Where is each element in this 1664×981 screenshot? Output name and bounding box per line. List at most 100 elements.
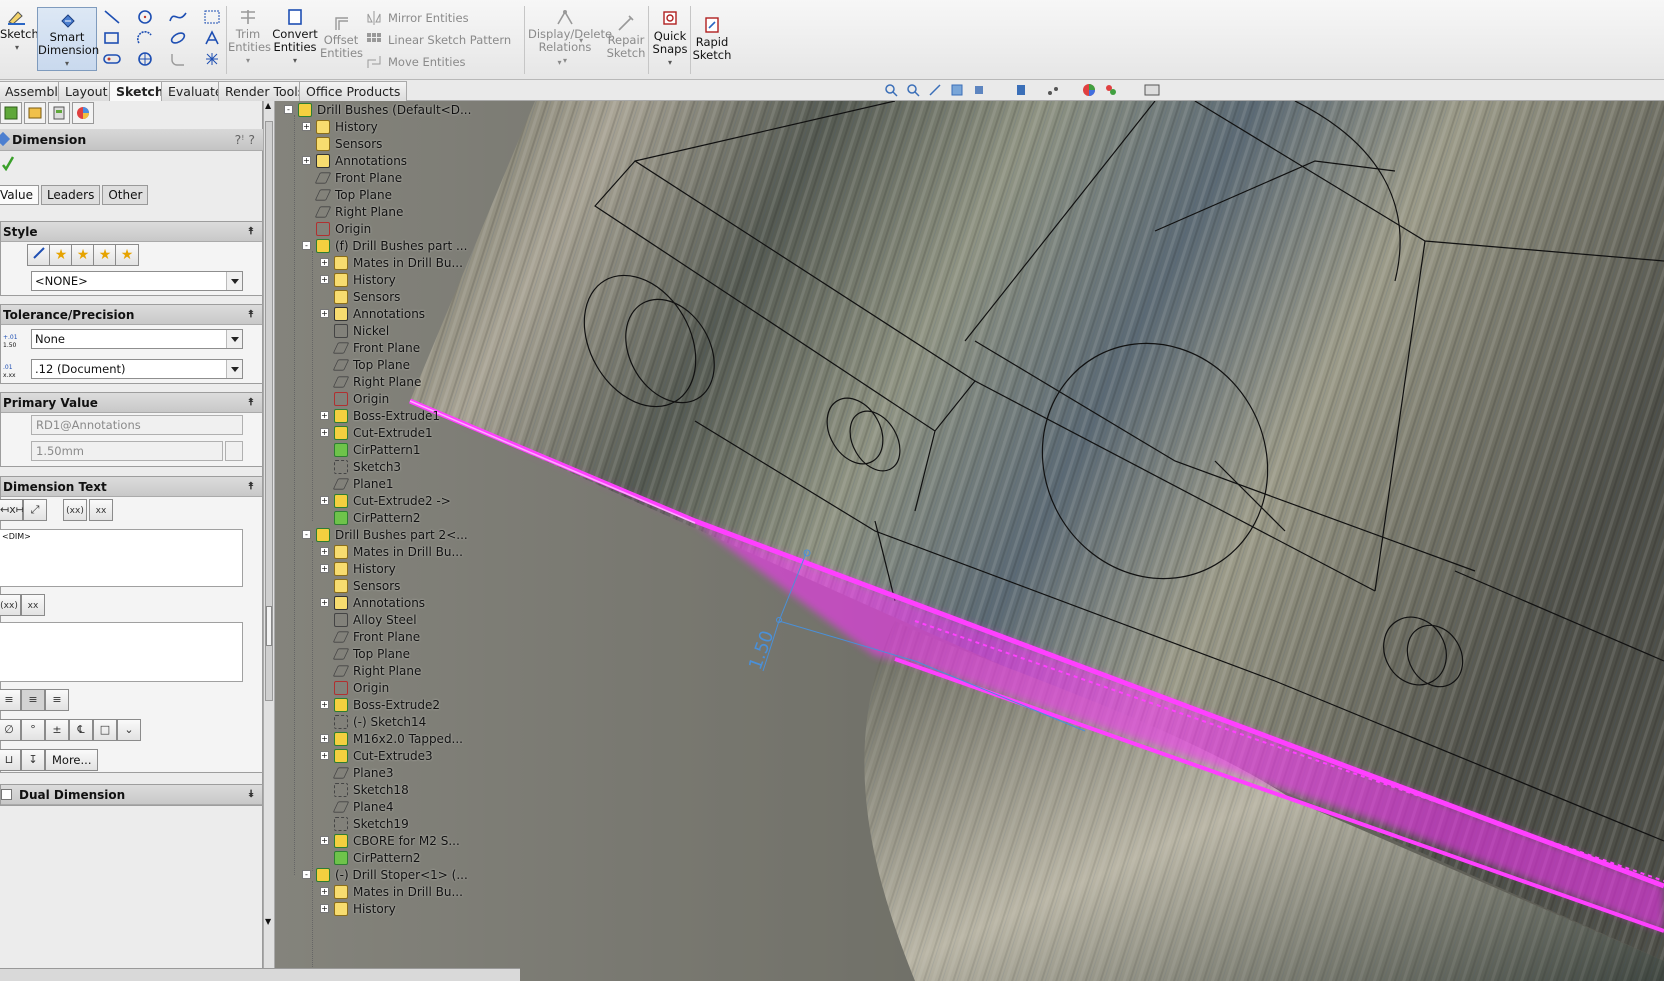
- bracket-button[interactable]: xx: [21, 594, 45, 616]
- edit-appearance-icon[interactable]: [1082, 83, 1096, 97]
- primary-value-group-header[interactable]: Primary Value ⯭: [1, 393, 262, 413]
- tree-node[interactable]: Origin: [302, 220, 371, 237]
- offset-entities-button[interactable]: Offset Entities: [320, 14, 363, 60]
- ok-check-icon[interactable]: [2, 155, 14, 171]
- appearance-tab[interactable]: [72, 102, 94, 124]
- expand-node-icon[interactable]: +: [320, 904, 329, 913]
- tree-node[interactable]: Origin: [320, 679, 389, 696]
- dimension-value-field[interactable]: 1.50mm: [31, 441, 223, 461]
- center-dimension-button[interactable]: ⤢: [23, 499, 47, 521]
- tree-node[interactable]: Plane4: [320, 798, 394, 815]
- view-settings-icon[interactable]: [1144, 83, 1160, 97]
- property-manager-tab[interactable]: [24, 102, 46, 124]
- expand-node-icon[interactable]: +: [320, 887, 329, 896]
- feature-manager-tab[interactable]: [0, 102, 22, 124]
- tree-node[interactable]: - (-) Drill Stoper<1> (...: [302, 866, 468, 883]
- tree-node[interactable]: + History: [320, 271, 396, 288]
- expand-node-icon[interactable]: +: [320, 309, 329, 318]
- view-orientation-icon[interactable]: [972, 83, 986, 97]
- tree-node[interactable]: CirPattern1: [320, 441, 420, 458]
- tab-value[interactable]: Value: [0, 185, 39, 205]
- value-spinner[interactable]: [225, 441, 243, 461]
- tree-node[interactable]: Right Plane: [320, 373, 421, 390]
- tree-node[interactable]: Top Plane: [320, 356, 410, 373]
- save-style-button[interactable]: ★: [93, 244, 117, 266]
- expand-node-icon[interactable]: +: [320, 411, 329, 420]
- ellipse-icon[interactable]: [169, 30, 187, 46]
- justify-left-button[interactable]: ≡: [0, 689, 21, 711]
- dimension-text-group-header[interactable]: Dimension Text ⯭: [1, 477, 262, 497]
- more-symbols-dropdown[interactable]: ⌄: [117, 719, 141, 741]
- collapse-node-icon[interactable]: -: [302, 530, 311, 539]
- tree-node[interactable]: + Annotations: [302, 152, 407, 169]
- collapse-node-icon[interactable]: -: [302, 870, 311, 879]
- delete-style-button[interactable]: ★: [71, 244, 95, 266]
- tree-node[interactable]: CirPattern2: [320, 509, 420, 526]
- expand-node-icon[interactable]: +: [320, 836, 329, 845]
- expand-node-icon[interactable]: +: [320, 258, 329, 267]
- quick-snaps-button[interactable]: Quick Snaps ▾: [650, 10, 690, 69]
- tree-node[interactable]: Sketch18: [320, 781, 409, 798]
- tree-node[interactable]: - (f) Drill Bushes part ...: [302, 237, 467, 254]
- fillet-icon[interactable]: [169, 51, 187, 67]
- tree-node[interactable]: Sensors: [320, 288, 400, 305]
- tree-node[interactable]: + M16x2.0 Tapped...: [320, 730, 463, 747]
- tree-node[interactable]: + Boss-Extrude2: [320, 696, 440, 713]
- precision-select[interactable]: .12 (Document): [31, 359, 243, 379]
- text-icon[interactable]: [203, 30, 221, 46]
- tree-node[interactable]: Sketch19: [320, 815, 409, 832]
- tree-node[interactable]: Front Plane: [302, 169, 402, 186]
- add-style-button[interactable]: ★: [49, 244, 73, 266]
- tab-render-tools[interactable]: Render Tools: [218, 81, 312, 101]
- help-icon[interactable]: ?ꜝ ?: [235, 129, 255, 151]
- justify-center-button[interactable]: ≡: [21, 689, 45, 711]
- tolerance-group-header[interactable]: Tolerance/Precision ⯭: [1, 305, 262, 325]
- inspection-dimension-button[interactable]: (xx): [63, 499, 87, 521]
- display-delete-relations-button[interactable]: Display/Delete Relations ▾: [528, 8, 612, 67]
- expand-node-icon[interactable]: +: [302, 156, 311, 165]
- tree-node[interactable]: Plane1: [320, 475, 394, 492]
- expand-node-icon[interactable]: +: [320, 700, 329, 709]
- tree-node[interactable]: + History: [320, 560, 396, 577]
- tree-node[interactable]: Plane3: [320, 764, 394, 781]
- line-icon[interactable]: [103, 9, 121, 25]
- tree-node[interactable]: + Mates in Drill Bu...: [320, 543, 463, 560]
- tree-node[interactable]: + History: [320, 900, 396, 917]
- expand-node-icon[interactable]: +: [320, 598, 329, 607]
- tree-node[interactable]: Front Plane: [320, 339, 420, 356]
- tab-other[interactable]: Other: [102, 185, 149, 205]
- tree-node[interactable]: Sensors: [320, 577, 400, 594]
- tree-node[interactable]: Sensors: [302, 135, 382, 152]
- tree-node[interactable]: - Drill Bushes (Default<D...: [284, 101, 471, 118]
- section-view-icon[interactable]: [950, 83, 964, 97]
- tree-node[interactable]: Sketch3: [320, 458, 401, 475]
- repair-sketch-button[interactable]: Repair Sketch: [606, 14, 646, 60]
- apply-default-style-button[interactable]: [27, 244, 51, 266]
- tab-layout[interactable]: Layout: [58, 81, 115, 101]
- expand-node-icon[interactable]: +: [320, 751, 329, 760]
- expand-node-icon[interactable]: +: [320, 428, 329, 437]
- collapse-node-icon[interactable]: -: [284, 105, 293, 114]
- favorite-style-select[interactable]: <NONE>: [31, 271, 243, 291]
- parentheses-button[interactable]: (xx): [0, 594, 21, 616]
- tab-office-products[interactable]: Office Products: [299, 81, 408, 101]
- tree-node[interactable]: + Cut-Extrude2 ->: [320, 492, 451, 509]
- expand-node-icon[interactable]: +: [320, 496, 329, 505]
- style-group-header[interactable]: Style ⯭: [1, 222, 262, 242]
- tree-node[interactable]: - Drill Bushes part 2<...: [302, 526, 468, 543]
- tree-node[interactable]: CirPattern2: [320, 849, 420, 866]
- sketch-button[interactable]: Sketch ▾: [0, 8, 39, 54]
- expand-node-icon[interactable]: +: [302, 122, 311, 131]
- tree-node[interactable]: Front Plane: [320, 628, 420, 645]
- apply-scene-icon[interactable]: [1104, 83, 1118, 97]
- spline-icon[interactable]: [169, 9, 187, 25]
- convert-entities-button[interactable]: Convert Entities ▾: [272, 8, 318, 67]
- tree-node[interactable]: + Annotations: [320, 594, 425, 611]
- zoom-to-area-icon[interactable]: [906, 83, 920, 97]
- tree-node[interactable]: (-) Sketch14: [320, 713, 426, 730]
- tree-node[interactable]: + Annotations: [320, 305, 425, 322]
- tree-node[interactable]: Right Plane: [320, 662, 421, 679]
- tab-leaders[interactable]: Leaders: [40, 185, 101, 205]
- tree-node[interactable]: + Boss-Extrude1: [320, 407, 440, 424]
- point-icon[interactable]: [203, 51, 221, 67]
